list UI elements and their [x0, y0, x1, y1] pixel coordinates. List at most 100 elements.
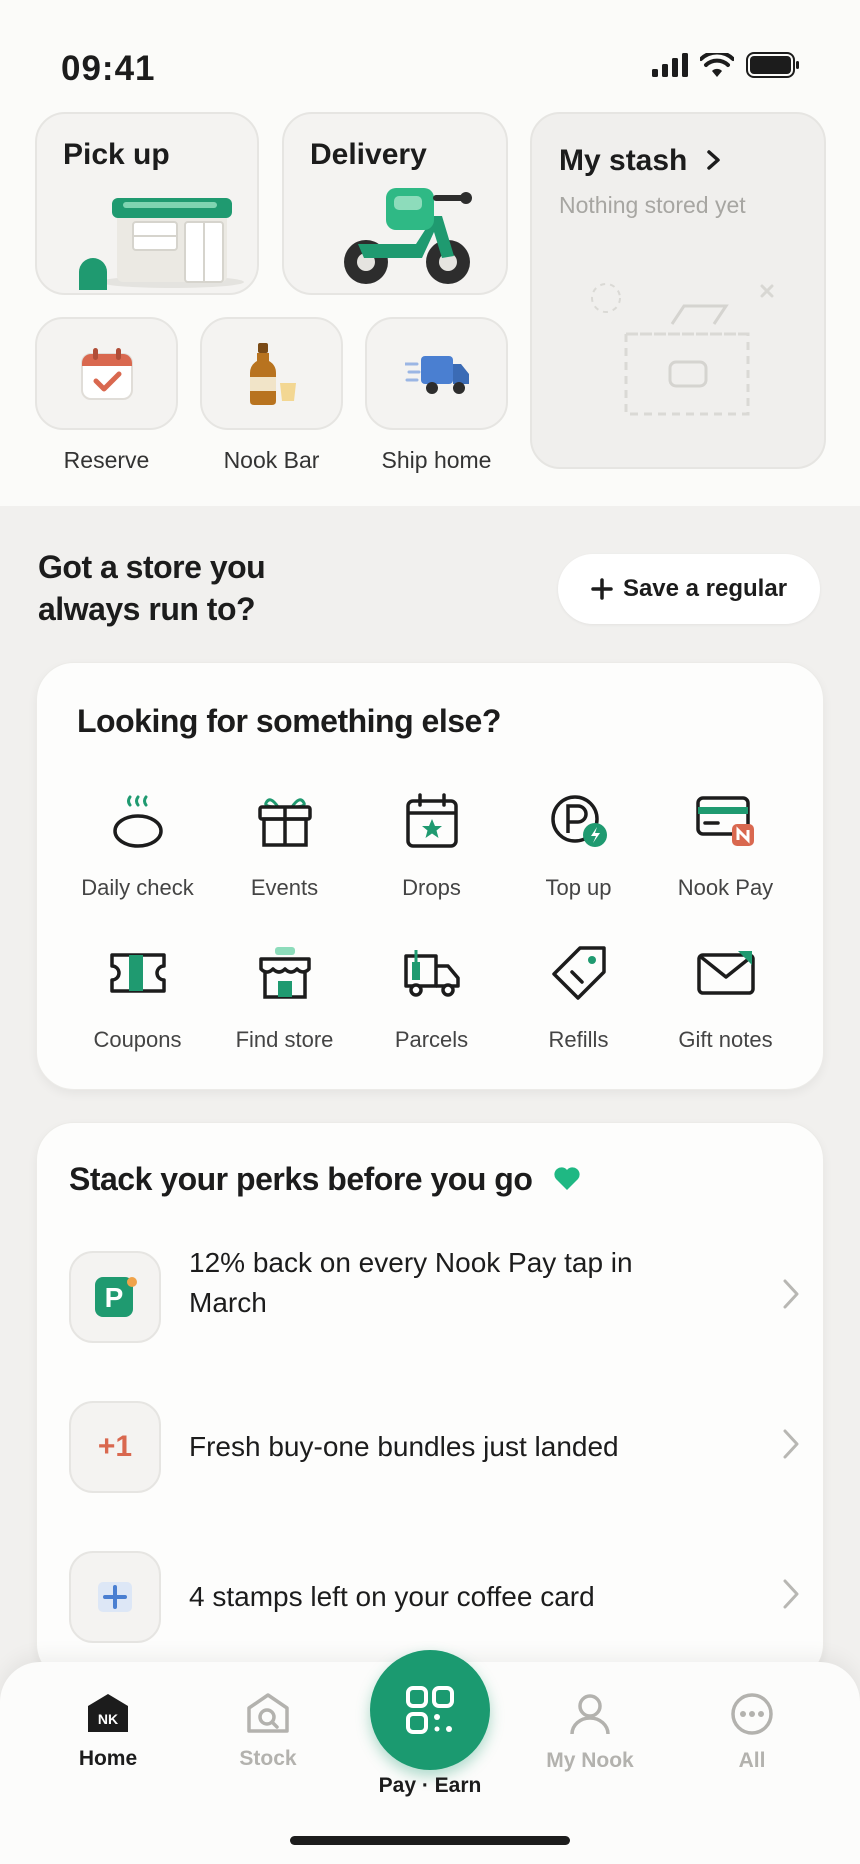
tab-mynook[interactable]: My Nook — [520, 1692, 660, 1773]
regular-question-line2: always run to? — [38, 591, 256, 627]
tab-all[interactable]: All — [682, 1692, 822, 1773]
steam-bowl-icon — [112, 795, 163, 848]
explore-item-coupons[interactable]: Coupons — [64, 941, 211, 1053]
explore-item-top-up[interactable]: Top up — [505, 789, 652, 901]
ship-home-label: Ship home — [381, 447, 492, 473]
perk-text: 12% back on every Nook Pay tap in March — [189, 1243, 719, 1323]
perk-line: March — [189, 1287, 267, 1318]
nook-bar-label: Nook Bar — [223, 447, 320, 473]
card-n-icon — [695, 796, 754, 846]
top-area: 09:41 Pick up Delivery Reserve Nook Bar … — [0, 0, 860, 506]
explore-item-find-store[interactable]: Find store — [211, 941, 358, 1053]
reserve-label: Reserve — [63, 447, 150, 473]
bottle-glass-icon — [249, 342, 296, 405]
save-regular-button[interactable]: Save a regular — [558, 554, 820, 624]
nook-bar-tile[interactable] — [200, 317, 343, 430]
scooter-icon — [344, 188, 472, 284]
perks-title: Stack your perks before you go — [69, 1161, 581, 1198]
empty-box-icon — [591, 283, 774, 416]
moving-truck-icon — [404, 355, 469, 394]
pay-earn-button[interactable] — [370, 1650, 490, 1770]
plus-one-icon: +1 — [97, 1430, 133, 1463]
delivery-truck-icon — [403, 950, 460, 997]
perk-icon-box: P — [69, 1251, 161, 1343]
explore-title: Looking for something else? — [77, 703, 501, 739]
tab-label: All — [738, 1749, 766, 1772]
store-search-icon — [247, 1693, 289, 1733]
person-icon — [570, 1694, 610, 1735]
store-illustration-icon — [79, 198, 244, 290]
more-dots-icon — [731, 1693, 773, 1735]
tab-stock[interactable]: Stock — [198, 1692, 338, 1771]
chevron-right-icon — [706, 150, 720, 170]
perks-title-text: Stack your perks before you go — [69, 1161, 533, 1197]
explore-item-daily-check[interactable]: Daily check — [64, 789, 211, 901]
explore-label: Gift notes — [678, 1027, 773, 1052]
calendar-star-icon — [405, 793, 458, 848]
stash-subtitle: Nothing stored yet — [559, 192, 746, 218]
delivery-tile[interactable]: Delivery — [282, 112, 508, 295]
status-bar: 09:41 — [0, 0, 860, 110]
home-logo-text: NK — [98, 1711, 118, 1727]
tab-label: Home — [78, 1747, 138, 1770]
perk-row-bundles[interactable]: +1 Fresh buy-one bundles just landed — [69, 1393, 829, 1493]
tab-home[interactable]: NK Home — [38, 1692, 178, 1771]
ticket-icon — [109, 953, 166, 993]
heart-icon — [554, 1167, 580, 1190]
perk-row-nook-pay[interactable]: P 12% back on every Nook Pay tap in Marc… — [69, 1243, 829, 1343]
pay-earn-label: Pay · Earn — [378, 1774, 482, 1797]
qr-code-icon — [406, 1686, 454, 1734]
perk-line: 12% back on every Nook Pay tap in — [189, 1247, 633, 1278]
storefront-icon — [258, 947, 311, 999]
points-charge-icon — [550, 795, 607, 847]
reserve-tile[interactable] — [35, 317, 178, 430]
battery-icon — [746, 52, 799, 78]
stash-title: My stash — [559, 144, 722, 178]
pickup-title: Pick up — [63, 138, 170, 171]
status-time: 09:41 — [61, 49, 156, 88]
plus-icon — [591, 578, 613, 600]
ship-home-tile[interactable] — [365, 317, 508, 430]
home-logo-icon: NK — [88, 1694, 128, 1732]
chevron-right-icon — [783, 1279, 799, 1309]
explore-item-refills[interactable]: Refills — [505, 941, 652, 1053]
explore-label: Nook Pay — [677, 875, 774, 900]
gift-icon — [257, 798, 312, 847]
perk-row-coffee-card[interactable]: 4 stamps left on your coffee card — [69, 1543, 829, 1643]
tab-label: Stock — [239, 1747, 297, 1770]
save-regular-label: Save a regular — [622, 575, 788, 602]
stash-title-text: My stash — [559, 144, 688, 177]
explore-label: Drops — [402, 875, 461, 900]
explore-item-events[interactable]: Events — [211, 789, 358, 901]
perk-text: Fresh buy-one bundles just landed — [189, 1431, 619, 1462]
perk-icon-box: +1 — [69, 1401, 161, 1493]
chevron-right-icon — [783, 1429, 799, 1459]
explore-label: Find store — [235, 1027, 334, 1052]
stash-tile[interactable]: My stash Nothing stored yet — [530, 112, 826, 469]
status-icons — [652, 52, 800, 78]
stamp-plus-icon — [98, 1582, 132, 1612]
calendar-check-icon — [80, 347, 133, 400]
explore-item-drops[interactable]: Drops — [358, 789, 505, 901]
wifi-icon — [700, 52, 734, 77]
points-badge-letter: P — [105, 1282, 124, 1313]
home-indicator — [290, 1836, 570, 1845]
regular-question-line1: Got a store you — [38, 549, 266, 585]
perk-text: 4 stamps left on your coffee card — [189, 1581, 595, 1612]
tag-icon — [551, 946, 606, 1000]
signal-icon — [652, 53, 688, 77]
tab-label: My Nook — [546, 1749, 634, 1772]
delivery-title: Delivery — [310, 138, 427, 171]
regular-store-question: Got a store you always run to? — [38, 546, 266, 630]
explore-label: Coupons — [93, 1027, 182, 1052]
explore-label: Daily check — [81, 875, 194, 900]
envelope-icon — [696, 951, 755, 995]
explore-item-nook-pay[interactable]: Nook Pay — [652, 789, 799, 901]
points-badge-icon: P — [95, 1277, 137, 1317]
explore-label: Parcels — [394, 1027, 469, 1052]
perks-card: Stack your perks before you go P 12% bac… — [36, 1122, 824, 1682]
explore-label: Top up — [545, 875, 612, 900]
pickup-tile[interactable]: Pick up — [35, 112, 259, 295]
explore-item-gift-notes[interactable]: Gift notes — [652, 941, 799, 1053]
explore-item-parcels[interactable]: Parcels — [358, 941, 505, 1053]
